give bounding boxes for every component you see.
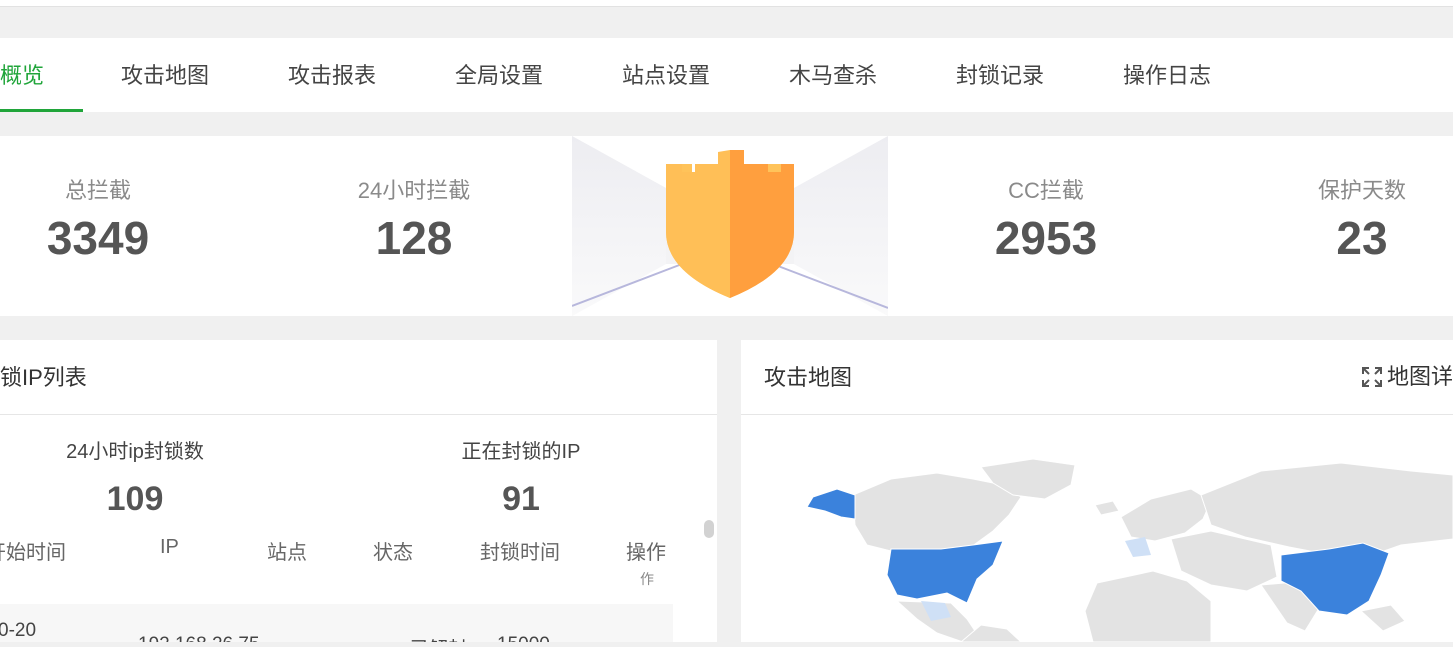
stat-cc-blocks: CC拦截 2953 xyxy=(966,176,1126,266)
stat-label: 总拦截 xyxy=(64,178,131,203)
stat-total-blocks: 总拦截 3349 xyxy=(18,176,178,266)
tab-global-settings[interactable]: 全局设置 xyxy=(455,38,543,112)
table-scrollbar-thumb[interactable] xyxy=(704,520,714,538)
sub-label: 24小时ip封锁数 xyxy=(66,441,204,463)
column-header-status: 状态 xyxy=(373,542,413,564)
cell-duration: 15000 xyxy=(497,634,550,642)
sub-value: 91 xyxy=(502,480,540,518)
map-detail-button[interactable]: 地图详 xyxy=(1361,360,1453,394)
world-map[interactable] xyxy=(741,415,1453,643)
tab-site-settings[interactable]: 站点设置 xyxy=(622,38,710,112)
tab-attack-report[interactable]: 攻击报表 xyxy=(288,38,376,112)
tab-block-records[interactable]: 封锁记录 xyxy=(956,38,1044,112)
column-header-start-time: 开始时间 xyxy=(0,542,66,564)
card-gap xyxy=(717,340,741,642)
table-row[interactable]: 0-20 192.168.26.75 已解封 15000 xyxy=(0,604,673,642)
map-region-southeast-asia xyxy=(1359,604,1406,632)
map-region-alaska xyxy=(806,488,856,520)
tab-bar: 概览 攻击地图 攻击报表 全局设置 站点设置 木马查杀 封锁记录 操作日志 xyxy=(0,38,1453,112)
card-divider xyxy=(0,414,717,415)
map-region-africa xyxy=(1084,570,1212,643)
stat-value: 3349 xyxy=(46,212,150,264)
tab-operation-log[interactable]: 操作日志 xyxy=(1123,38,1211,112)
column-header-action: 操作 xyxy=(626,542,666,564)
sub-label: 正在封锁的IP xyxy=(461,441,581,463)
stat-label: 24小时拦截 xyxy=(357,178,471,203)
tab-overview[interactable]: 概览 xyxy=(0,38,44,112)
stat-value: 2953 xyxy=(994,212,1098,264)
cell-ip: 192.168.26.75 xyxy=(138,634,260,642)
column-header-action-wrap: 作 xyxy=(640,572,654,586)
card-title: 锁IP列表 xyxy=(0,365,87,390)
cell-status: 已解封 xyxy=(410,634,467,642)
stat-protected-days: 保护天数 23 xyxy=(1282,176,1442,266)
tab-attack-map[interactable]: 攻击地图 xyxy=(121,38,209,112)
stat-value: 128 xyxy=(375,212,453,264)
shield-illustration xyxy=(571,136,889,316)
stat-24h-blocks: 24小时拦截 128 xyxy=(334,176,494,266)
sub-value: 109 xyxy=(106,480,164,518)
map-detail-label: 地图详 xyxy=(1386,364,1453,389)
active-tab-indicator xyxy=(0,109,83,112)
column-header-ip: IP xyxy=(160,536,179,558)
stat-value: 23 xyxy=(1336,212,1388,264)
map-region-usa xyxy=(886,540,1004,604)
ip-blocking-count: 正在封锁的IP 91 xyxy=(421,439,621,519)
ip-24h-count: 24小时ip封锁数 109 xyxy=(35,439,235,519)
tab-trojan-scan[interactable]: 木马查杀 xyxy=(789,38,877,112)
card-title: 攻击地图 xyxy=(764,365,853,390)
stat-label: CC拦截 xyxy=(1008,178,1084,203)
map-region-iceland xyxy=(1094,500,1120,516)
column-header-site: 站点 xyxy=(267,542,307,564)
window-top-border xyxy=(0,0,1453,7)
cell-start-time: 0-20 xyxy=(0,620,37,641)
column-header-duration: 封锁时间 xyxy=(480,542,560,564)
expand-icon xyxy=(1361,367,1382,387)
stat-label: 保护天数 xyxy=(1317,178,1406,203)
